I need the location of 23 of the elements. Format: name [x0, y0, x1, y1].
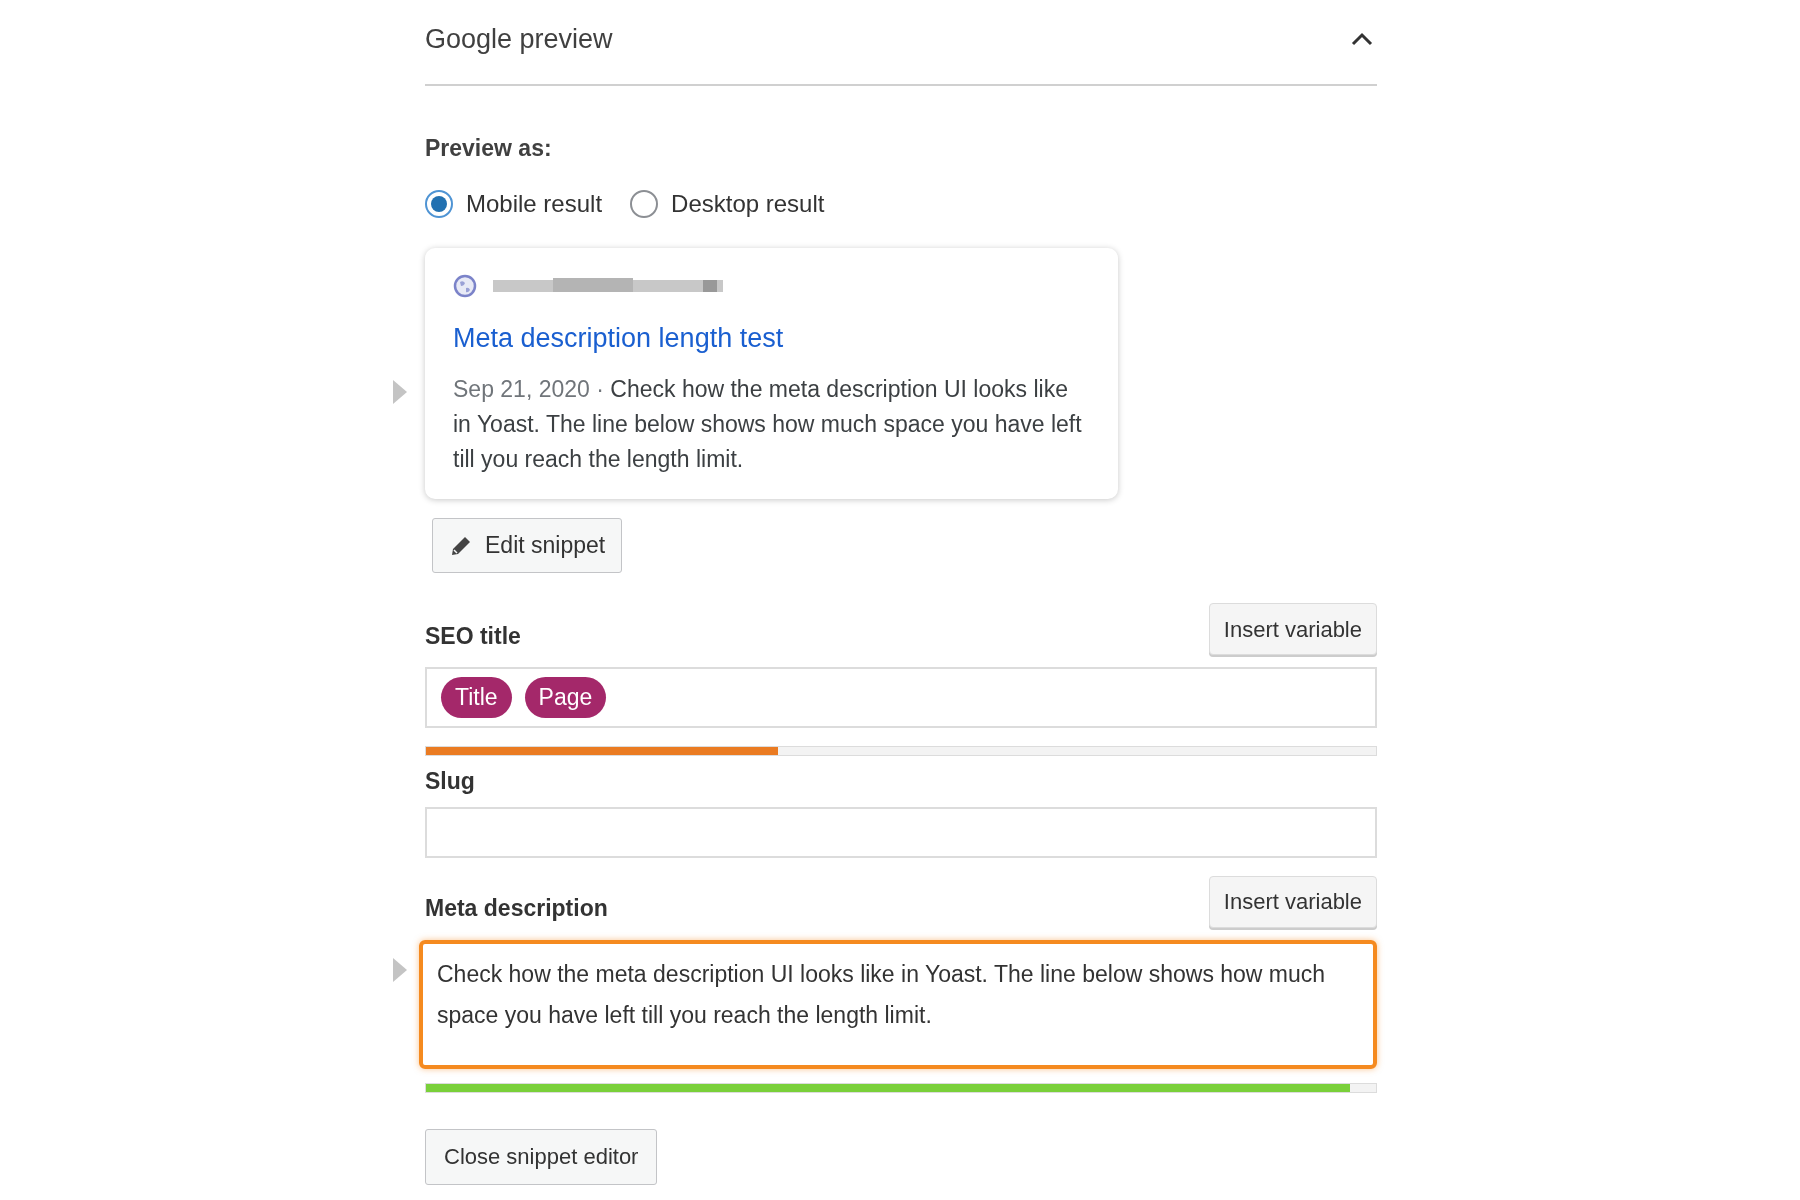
slug-field[interactable]: [425, 806, 1377, 858]
radio-label[interactable]: Mobile result: [466, 185, 603, 222]
result-title-link[interactable]: Meta description length test: [453, 317, 1090, 358]
result-description: Sep 21, 2020 · Check how the meta description UI looks like in Yoast. The line below shows how much space you have left till you reach the length limit.: [453, 375, 1083, 474]
variable-tag[interactable]: Title: [441, 677, 512, 718]
close-snippet-editor-button[interactable]: Close snippet editor: [425, 1128, 658, 1185]
insert-variable-button[interactable]: Insert variable: [1208, 603, 1377, 655]
radio-button[interactable]: [630, 189, 659, 218]
seo-title-field[interactable]: Title Page: [425, 667, 1377, 728]
radio-button[interactable]: [425, 189, 453, 218]
variable-tag[interactable]: Page: [524, 677, 607, 718]
field-label: SEO title: [425, 621, 521, 651]
insert-variable-button[interactable]: Insert variable: [1208, 875, 1377, 928]
edit-snippet-button[interactable]: Edit snippet: [432, 518, 623, 573]
section-title: Google preview: [425, 22, 613, 56]
meta-description-field[interactable]: Check how the meta description UI looks like in Yoast. The line below shows how much space you have left till you reach the length limit.: [419, 939, 1377, 1069]
field-label: Slug: [425, 767, 475, 796]
field-label: Meta description: [425, 894, 608, 923]
globe-icon: [453, 273, 477, 298]
radio-label[interactable]: Desktop result: [671, 185, 825, 222]
triangle-icon: [393, 379, 407, 404]
preview-as-label: Preview as:: [425, 134, 553, 163]
triangle-icon: [393, 957, 407, 982]
